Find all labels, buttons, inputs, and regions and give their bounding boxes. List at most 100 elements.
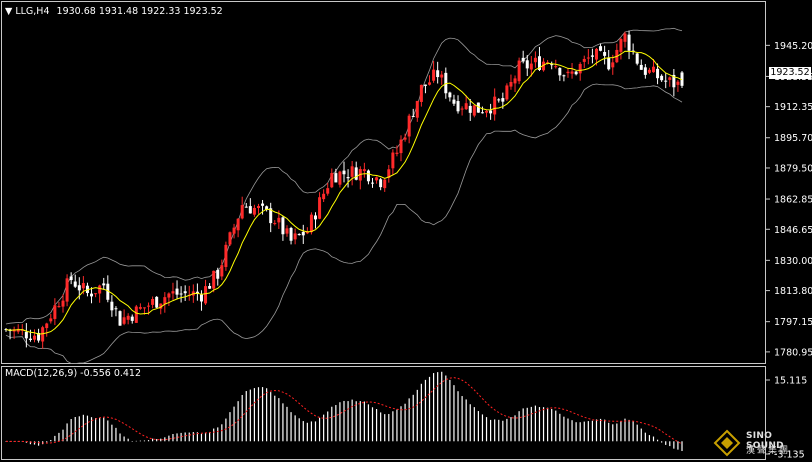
candle-body — [664, 80, 668, 82]
macd-histogram-bar — [636, 424, 638, 442]
candle-body — [501, 98, 505, 102]
macd-histogram-bar — [457, 391, 459, 442]
macd-histogram-bar — [94, 418, 97, 442]
candle-body — [216, 269, 220, 279]
macd-histogram-bar — [506, 418, 508, 442]
candle-body — [49, 318, 53, 322]
candle-body — [236, 218, 240, 231]
macd-histogram-bar — [135, 440, 137, 442]
candle-body — [330, 173, 334, 188]
candle-body — [480, 112, 484, 114]
macd-histogram-bar — [644, 432, 646, 442]
macd-histogram-bar — [209, 431, 211, 442]
candle-body — [151, 299, 155, 305]
macd-histogram-bar — [115, 427, 117, 442]
macd-histogram-bar — [363, 401, 365, 442]
candle-body — [65, 278, 69, 302]
macd-histogram-bar — [168, 435, 170, 442]
macd-header: MACD(12,26,9) -0.556 0.412 — [5, 368, 142, 379]
candle-body — [354, 167, 358, 180]
macd-histogram-bar — [327, 411, 329, 442]
candle-body — [252, 207, 256, 215]
candle-body — [204, 286, 208, 304]
macd-histogram-bar — [396, 409, 398, 442]
candle-body — [623, 33, 627, 42]
macd-histogram-bar — [652, 436, 655, 442]
candle-body — [521, 57, 525, 62]
candle-body — [594, 48, 598, 60]
macd-histogram-bar — [302, 421, 304, 442]
macd-histogram-bar — [388, 413, 390, 442]
macd-histogram-bar — [180, 432, 182, 442]
macd-histogram-bar — [156, 439, 158, 442]
candle-body — [134, 306, 138, 323]
candle-body — [256, 206, 260, 208]
candle-body — [375, 177, 379, 181]
macd-histogram-bar — [608, 422, 610, 442]
candle-body — [81, 283, 85, 289]
collapse-triangle-icon[interactable]: ▼ — [5, 6, 12, 17]
macd-histogram-bar — [441, 371, 443, 442]
candle-body — [607, 57, 611, 70]
candle-body — [293, 233, 297, 240]
candle-body — [676, 81, 680, 85]
macd-histogram-bar — [526, 407, 528, 442]
candle-body — [240, 205, 244, 219]
candle-body — [432, 69, 436, 81]
chart-window[interactable]: 1945.201928.551912.351895.701879.501862.… — [0, 0, 812, 462]
macd-histogram-bar — [420, 383, 422, 442]
candle-body — [643, 67, 647, 75]
candle-body — [28, 338, 32, 340]
macd-panel-frame — [1, 366, 766, 460]
candle-body — [660, 75, 664, 81]
macd-histogram-bar — [473, 407, 475, 442]
macd-histogram-bar — [86, 415, 89, 442]
price-tick-label: 1912.35 — [774, 102, 812, 113]
diamond-logo-icon — [713, 429, 741, 457]
candle-body — [407, 115, 411, 137]
macd-histogram-bar — [681, 441, 683, 452]
candle-body — [489, 110, 493, 114]
candle-body — [460, 108, 464, 110]
macd-histogram-bar — [571, 420, 573, 442]
candle-body — [391, 152, 395, 169]
macd-histogram-bar — [522, 408, 524, 442]
candle-body — [94, 293, 98, 295]
macd-histogram-bar — [355, 401, 357, 442]
candle-body — [171, 291, 175, 294]
sino-sound-logo: SINO SOUND 漢聲集團 — [712, 428, 812, 460]
macd-histogram-bar — [367, 404, 370, 442]
candle-body — [371, 182, 375, 184]
macd-histogram-bar — [46, 441, 48, 443]
candle-body — [513, 78, 517, 84]
macd-histogram-bar — [380, 412, 382, 442]
macd-histogram-bar — [559, 413, 561, 442]
candle-body — [562, 75, 566, 77]
macd-histogram-bar — [632, 421, 634, 442]
candle-body — [586, 57, 590, 59]
candle-body — [350, 166, 354, 177]
macd-histogram-bar — [494, 419, 496, 442]
candle-body — [199, 294, 203, 302]
candle-body — [77, 285, 81, 291]
macd-histogram-bar — [74, 416, 76, 442]
candle-body — [61, 300, 65, 307]
macd-histogram-bar — [432, 373, 435, 442]
chart-canvas[interactable]: 1945.201928.551912.351895.701879.501862.… — [0, 0, 812, 462]
candle-body — [403, 137, 407, 140]
macd-histogram-bar — [518, 411, 520, 442]
candle-body — [428, 82, 432, 85]
macd-histogram-bar — [624, 418, 626, 442]
macd-histogram-bar — [595, 419, 598, 442]
macd-histogram-bar — [449, 379, 451, 442]
macd-histogram-bar — [213, 428, 215, 442]
candle-body — [285, 228, 289, 234]
macd-histogram-bar — [371, 407, 374, 442]
macd-histogram-bar — [172, 433, 174, 442]
macd-histogram-bar — [587, 421, 589, 442]
macd-histogram-bar — [648, 435, 651, 442]
macd-histogram-bar — [502, 420, 504, 442]
macd-histogram-bar — [542, 407, 545, 442]
macd-histogram-bar — [534, 405, 536, 442]
candle-body — [383, 179, 387, 189]
